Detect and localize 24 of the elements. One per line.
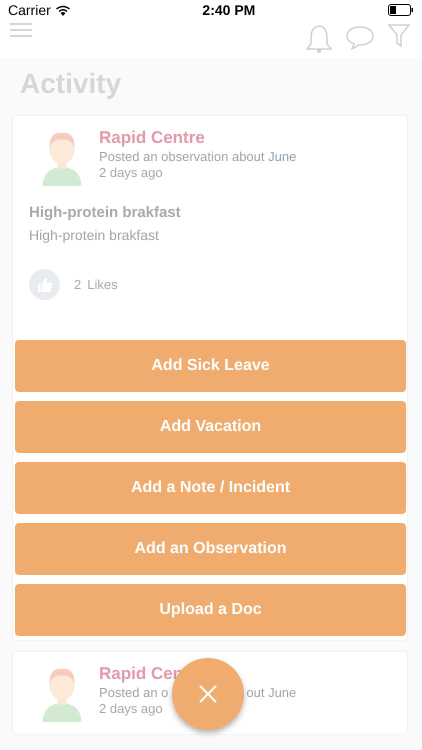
post-body: High-protein brakfast [29, 227, 160, 243]
bell-icon[interactable] [306, 24, 332, 54]
post-description: Posted an o [99, 685, 168, 700]
clock-time: 2:40 PM [202, 2, 256, 18]
post-description: out June [246, 685, 296, 700]
post-time: 2 days ago [99, 165, 164, 180]
action-button[interactable]: Add Sick Leave [15, 340, 406, 392]
action-button[interactable]: Add Vacation [15, 401, 406, 453]
post-title: High-protein brakfast [29, 204, 182, 221]
action-button[interactable]: Add a Note / Incident [15, 462, 406, 514]
action-button[interactable]: Upload a Doc [15, 584, 406, 636]
like-count: 2 [74, 277, 82, 292]
post-time: 2 days ago [99, 701, 164, 716]
action-button[interactable]: Add an Observation [15, 523, 406, 575]
filter-icon[interactable] [388, 24, 410, 48]
author-name: Rapid Centre [99, 128, 206, 148]
chat-bubble-icon[interactable] [346, 24, 374, 50]
carrier-label: Carrier [8, 2, 51, 18]
battery-icon [388, 4, 414, 16]
menu-icon[interactable] [10, 22, 32, 38]
wifi-icon [56, 4, 70, 16]
likes-label: Likes [87, 277, 118, 292]
post-description: Posted an observation about June [99, 149, 296, 164]
close-icon [199, 685, 217, 703]
